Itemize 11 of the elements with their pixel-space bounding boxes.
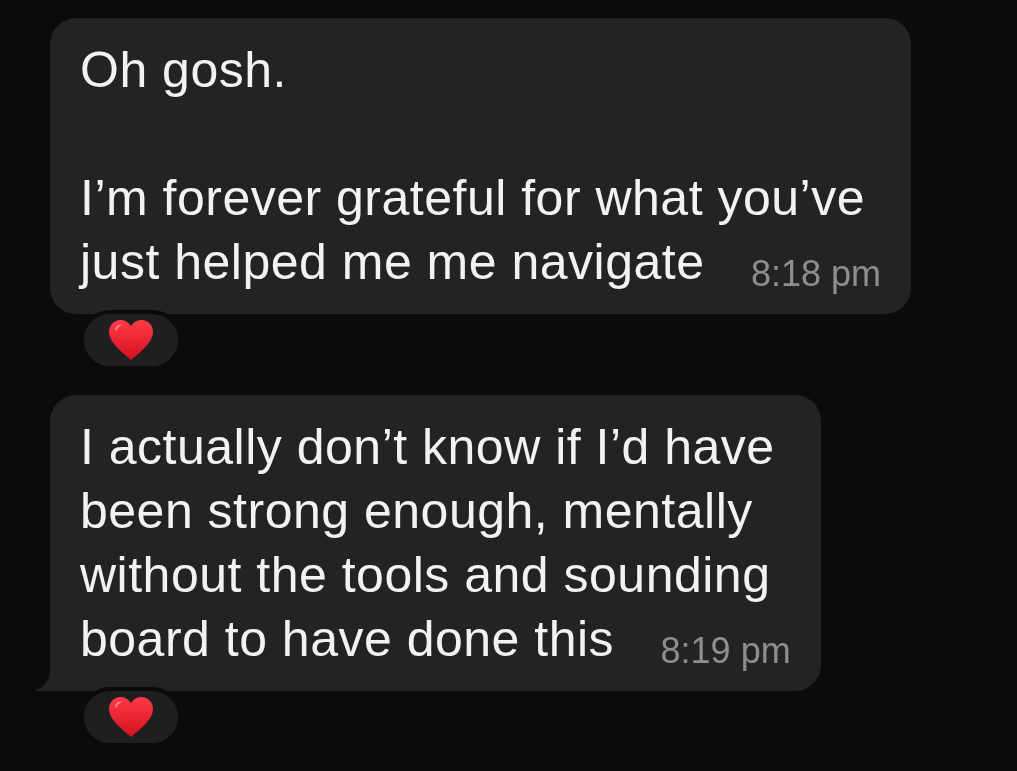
message-text: been strong enough, mentally — [80, 482, 754, 541]
heart-icon — [109, 320, 153, 360]
message-text: just helped me me navigate — [80, 233, 705, 292]
message-time: 8:19 pm — [660, 633, 791, 669]
heart-icon — [109, 697, 153, 737]
message-text: I actually don’t know if I’d have — [80, 418, 775, 477]
message-time: 8:18 pm — [750, 256, 881, 292]
message-text: board to have done this — [80, 610, 615, 669]
message-text: I’m forever grateful for what you’ve — [80, 169, 865, 228]
message-text: Oh gosh. — [80, 41, 288, 100]
message-text: without the tools and sounding — [80, 546, 772, 605]
